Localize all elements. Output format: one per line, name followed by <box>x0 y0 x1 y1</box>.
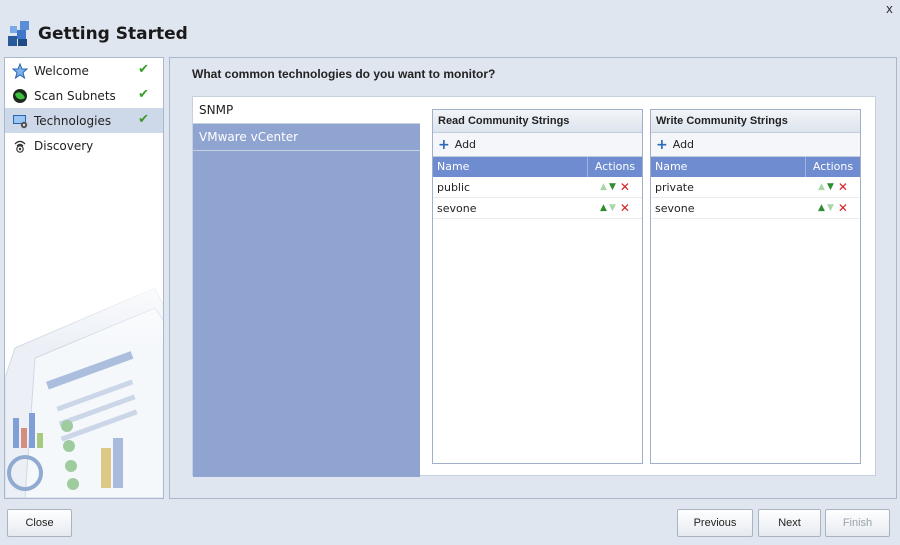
globe-icon <box>13 88 27 103</box>
column-header-name[interactable]: Name <box>433 157 588 177</box>
add-label: Add <box>454 138 477 151</box>
plus-icon: + <box>438 136 450 153</box>
sidebar-item-label: Discovery <box>34 138 94 153</box>
grid-header: Name Actions <box>433 157 642 177</box>
row-actions: ▲ ▼ ✕ <box>588 180 642 194</box>
sidebar-item-label: Scan Subnets <box>34 88 116 103</box>
next-button[interactable]: Next <box>758 509 821 537</box>
checkmark-icon: ✔ <box>138 62 149 77</box>
row-name: sevone <box>655 201 695 215</box>
star-icon <box>12 62 28 79</box>
row-name: sevone <box>437 201 477 215</box>
add-write-string-button[interactable]: + Add <box>651 133 860 157</box>
delete-icon[interactable]: ✕ <box>620 180 630 194</box>
close-button[interactable]: Close <box>7 509 72 537</box>
sidebar-item-technologies[interactable]: Technologies ✔ <box>5 108 163 133</box>
move-down-icon[interactable]: ▼ <box>609 182 616 192</box>
sidebar-item-scan-subnets[interactable]: Scan Subnets ✔ <box>5 83 163 108</box>
section-question: What common technologies do you want to … <box>192 67 496 81</box>
row-name: private <box>655 180 694 194</box>
main-content: What common technologies do you want to … <box>169 57 897 499</box>
table-row[interactable]: sevone ▲ ▼ ✕ <box>433 198 642 219</box>
table-row[interactable]: sevone ▲ ▼ ✕ <box>651 198 860 219</box>
delete-icon[interactable]: ✕ <box>620 201 630 215</box>
technology-panel: SNMP VMware vCenter Read Community Strin… <box>192 96 876 477</box>
move-down-icon[interactable]: ▼ <box>827 203 834 213</box>
sidebar-item-label: Technologies <box>34 113 112 128</box>
row-actions: ▲ ▼ ✕ <box>588 201 642 215</box>
add-read-string-button[interactable]: + Add <box>433 133 642 157</box>
move-up-icon[interactable]: ▲ <box>600 203 607 213</box>
row-name: public <box>437 180 471 194</box>
checkmark-icon: ✔ <box>138 112 149 127</box>
move-down-icon[interactable]: ▼ <box>609 203 616 213</box>
monitor-icon <box>13 114 28 128</box>
column-header-actions[interactable]: Actions <box>806 157 860 177</box>
grid-title: Write Community Strings <box>651 110 860 133</box>
sidebar-item-label: Welcome <box>34 63 89 78</box>
page-title: Getting Started <box>38 24 188 44</box>
window-header: Getting Started <box>0 0 900 54</box>
finish-button[interactable]: Finish <box>825 509 890 537</box>
wizard-sidebar: Welcome ✔ Scan Subnets ✔ Technologies ✔ … <box>4 57 164 499</box>
column-header-actions[interactable]: Actions <box>588 157 642 177</box>
add-label: Add <box>672 138 695 151</box>
previous-button[interactable]: Previous <box>677 509 753 537</box>
read-community-grid: Read Community Strings + Add Name Action… <box>432 109 643 464</box>
move-down-icon[interactable]: ▼ <box>827 182 834 192</box>
move-up-icon[interactable]: ▲ <box>818 203 825 213</box>
tech-item-vmware-vcenter[interactable]: VMware vCenter <box>193 124 420 151</box>
row-actions: ▲ ▼ ✕ <box>806 180 860 194</box>
grid-header: Name Actions <box>651 157 860 177</box>
move-up-icon[interactable]: ▲ <box>818 182 825 192</box>
checkmark-icon: ✔ <box>138 87 149 102</box>
technology-list: SNMP VMware vCenter <box>193 97 420 477</box>
sidebar-item-discovery[interactable]: Discovery <box>5 133 163 158</box>
delete-icon[interactable]: ✕ <box>838 201 848 215</box>
delete-icon[interactable]: ✕ <box>838 180 848 194</box>
grid-title: Read Community Strings <box>433 110 642 133</box>
write-community-grid: Write Community Strings + Add Name Actio… <box>650 109 861 464</box>
move-up-icon[interactable]: ▲ <box>600 182 607 192</box>
discovery-icon <box>14 140 26 153</box>
table-row[interactable]: public ▲ ▼ ✕ <box>433 177 642 198</box>
column-header-name[interactable]: Name <box>651 157 806 177</box>
row-actions: ▲ ▼ ✕ <box>806 201 860 215</box>
tech-item-snmp[interactable]: SNMP <box>193 97 420 124</box>
plus-icon: + <box>656 136 668 153</box>
decorative-screenshots-image <box>5 268 163 498</box>
sidebar-item-welcome[interactable]: Welcome ✔ <box>5 58 163 83</box>
app-logo-icon <box>8 21 29 46</box>
table-row[interactable]: private ▲ ▼ ✕ <box>651 177 860 198</box>
